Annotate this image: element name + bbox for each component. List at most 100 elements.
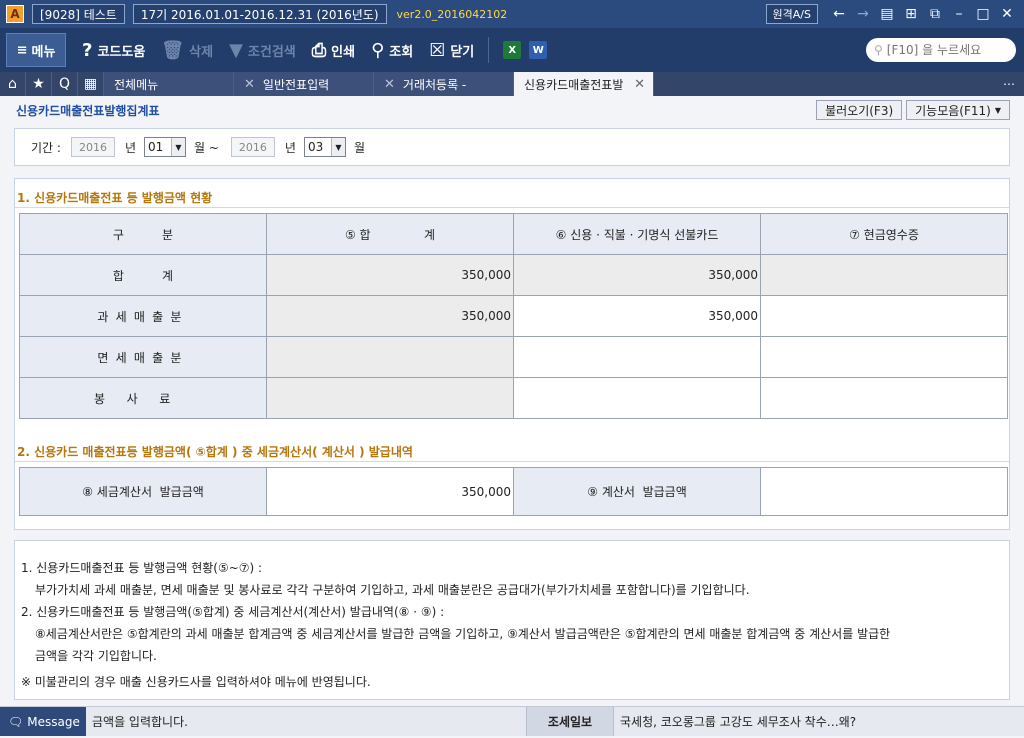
tab-all-menu[interactable]: 전체메뉴 bbox=[104, 72, 234, 96]
fiscal-period-selector[interactable]: 17기 2016.01.01-2016.12.31 (2016년도) bbox=[132, 4, 387, 24]
tax-invoice-input[interactable]: 350,000 bbox=[266, 467, 514, 516]
close-icon[interactable]: ✕ bbox=[996, 3, 1018, 25]
table-row: 과세매출분 350,000 350,000 bbox=[19, 295, 1008, 337]
close-box-icon: ☒ bbox=[429, 39, 446, 61]
tab-client-registration[interactable]: ✕ 거래처등록 - bbox=[374, 72, 514, 96]
chevron-down-icon: ▼ bbox=[994, 105, 1001, 115]
col-header-card: ⑥ 신용 · 직불 · 기명식 선불카드 bbox=[513, 213, 761, 255]
load-button[interactable]: 불러오기(F3) bbox=[816, 100, 903, 120]
card-input[interactable]: 350,000 bbox=[513, 295, 761, 337]
row-label: 봉사료 bbox=[19, 377, 267, 419]
section-divider bbox=[15, 461, 1009, 462]
help-notes-panel: 1. 신용카드매출전표 등 발행금액 현황(⑤~⑦) : 부가가치세 과세 매출… bbox=[14, 540, 1010, 700]
card-input[interactable] bbox=[513, 336, 761, 378]
menu-button[interactable]: ≡ 메뉴 bbox=[6, 33, 66, 67]
tab-label: 일반전표입력 bbox=[262, 77, 330, 92]
invoice-label: ⑨ 계산서 발급금액 bbox=[513, 467, 761, 516]
total-cell bbox=[266, 336, 514, 378]
functions-dropdown[interactable]: 기능모음(F11) ▼ bbox=[906, 100, 1010, 120]
printer-icon: ⎙ bbox=[311, 39, 327, 61]
chevron-down-icon[interactable]: ▼ bbox=[330, 138, 345, 156]
menu-search-box[interactable]: ⚲ bbox=[866, 38, 1016, 62]
table-row: 합 계 350,000 350,000 bbox=[19, 254, 1008, 296]
tab-close-icon[interactable]: ✕ bbox=[634, 77, 645, 92]
page-title: 신용카드매출전표발행집계표 bbox=[16, 103, 160, 118]
company-selector[interactable]: [9028] 테스트 bbox=[32, 4, 125, 24]
page-header: 신용카드매출전표발행집계표 불러오기(F3) 기능모음(F11) ▼ bbox=[0, 96, 1024, 124]
chevron-down-icon[interactable]: ▼ bbox=[171, 138, 185, 156]
from-year-field: 2016 bbox=[70, 137, 115, 157]
row-label: 합 계 bbox=[19, 254, 267, 296]
print-button[interactable]: ⎙ 인쇄 bbox=[312, 40, 355, 61]
close-screen-button[interactable]: ☒ 닫기 bbox=[429, 40, 474, 61]
message-tab-label: Message bbox=[27, 714, 80, 729]
close-screen-label: 닫기 bbox=[450, 44, 475, 60]
more-tabs-icon[interactable]: ⋯ bbox=[994, 72, 1024, 96]
filter-icon: ▼ bbox=[229, 39, 243, 61]
menu-button-label: 메뉴 bbox=[31, 44, 56, 60]
status-message: 금액을 입력합니다. bbox=[92, 715, 188, 729]
back-arrow-icon[interactable]: ← bbox=[828, 3, 850, 25]
cash-input[interactable] bbox=[760, 377, 1008, 419]
news-headline-link[interactable]: 국세청, 코오롱그룹 고강도 세무조사 착수…왜? bbox=[614, 707, 1024, 736]
message-tab[interactable]: 🗨 Message bbox=[0, 707, 86, 736]
card-cell: 350,000 bbox=[513, 254, 761, 296]
year-unit: 년 bbox=[124, 140, 136, 155]
star-icon[interactable]: ★ bbox=[26, 72, 52, 96]
grid-icon[interactable]: ⊞ bbox=[900, 3, 922, 25]
cash-cell bbox=[760, 254, 1008, 296]
section2-title: 2. 신용카드 매출전표등 발행금액( ⑤합계 ) 중 세금계산서( 계산서 )… bbox=[17, 445, 413, 459]
invoice-table: ⑧ 세금계산서 발급금액 350,000 ⑨ 계산서 발급금액 bbox=[19, 467, 1008, 516]
to-year-field: 2016 bbox=[230, 137, 275, 157]
code-help-button[interactable]: ? 코드도움 bbox=[82, 40, 145, 61]
note-line: 1. 신용카드매출전표 등 발행금액 현황(⑤~⑦) : bbox=[21, 561, 263, 575]
col-header-category: 구 분 bbox=[19, 213, 267, 255]
print-label: 인쇄 bbox=[331, 44, 356, 60]
from-month-select[interactable]: 01 ▼ bbox=[144, 137, 186, 157]
table-row: ⑧ 세금계산서 발급금액 350,000 ⑨ 계산서 발급금액 bbox=[19, 467, 1008, 516]
invoice-input[interactable] bbox=[760, 467, 1008, 516]
maximize-icon[interactable]: □ bbox=[972, 3, 994, 25]
calendar-icon[interactable]: ▦ bbox=[78, 72, 104, 96]
filter-search-button[interactable]: ▼ 조건검색 bbox=[229, 40, 296, 61]
total-cell: 350,000 bbox=[266, 295, 514, 337]
summary-panel: 1. 신용카드매출전표 등 발행금액 현황 구 분 ⑤ 합 계 ⑥ 신용 · 직… bbox=[14, 178, 1010, 530]
cash-input[interactable] bbox=[760, 295, 1008, 337]
cash-input[interactable] bbox=[760, 336, 1008, 378]
magnifier-icon: ⚲ bbox=[371, 39, 385, 61]
window-icon[interactable]: ⧉ bbox=[924, 3, 946, 25]
note-line: 2. 신용카드매출전표 등 발행금액(⑤합계) 중 세금계산서(계산서) 발급내… bbox=[21, 605, 445, 619]
forward-arrow-icon[interactable]: → bbox=[852, 3, 874, 25]
row-label: 면세매출분 bbox=[19, 336, 267, 378]
section1-title: 1. 신용카드매출전표 등 발행금액 현황 bbox=[17, 191, 213, 205]
month-unit: 월 bbox=[353, 140, 366, 155]
toolbar-divider bbox=[488, 37, 490, 63]
menu-search-input[interactable] bbox=[886, 43, 1007, 57]
card-input[interactable] bbox=[513, 377, 761, 419]
tab-general-voucher[interactable]: ✕ 일반전표입력 bbox=[234, 72, 374, 96]
month-unit-tilde: 월 ~ bbox=[194, 140, 219, 155]
delete-label: 삭제 bbox=[189, 44, 214, 60]
search-button[interactable]: ⚲ 조회 bbox=[371, 40, 413, 61]
filter-label: 조건검색 bbox=[247, 44, 296, 60]
quick-q-icon[interactable]: Q bbox=[52, 72, 78, 96]
to-month-value: 03 bbox=[307, 140, 324, 154]
from-month-value: 01 bbox=[148, 140, 164, 154]
tab-close-icon[interactable]: ✕ bbox=[244, 77, 255, 92]
home-icon[interactable]: ⌂ bbox=[0, 72, 26, 96]
delete-button[interactable]: 🗑 삭제 bbox=[161, 40, 213, 61]
tab-credit-card-summary[interactable]: 신용카드매출전표발 ✕ bbox=[514, 72, 654, 96]
tax-invoice-label: ⑧ 세금계산서 발급금액 bbox=[19, 467, 267, 516]
tab-close-icon[interactable]: ✕ bbox=[384, 77, 395, 92]
minimize-icon[interactable]: – bbox=[948, 3, 970, 25]
version-label: ver2.0_2016042102 bbox=[396, 7, 508, 21]
to-month-select[interactable]: 03 ▼ bbox=[303, 137, 346, 157]
remote-support-button[interactable]: 원격A/S bbox=[765, 4, 818, 24]
word-icon[interactable]: W bbox=[529, 41, 548, 59]
code-help-label: 코드도움 bbox=[97, 44, 146, 60]
row-label: 과세매출분 bbox=[19, 295, 267, 337]
year-unit: 년 bbox=[284, 140, 296, 155]
excel-icon[interactable]: X bbox=[503, 41, 522, 59]
book-icon[interactable]: ▤ bbox=[876, 3, 898, 25]
tab-label: 거래처등록 - bbox=[402, 77, 467, 92]
